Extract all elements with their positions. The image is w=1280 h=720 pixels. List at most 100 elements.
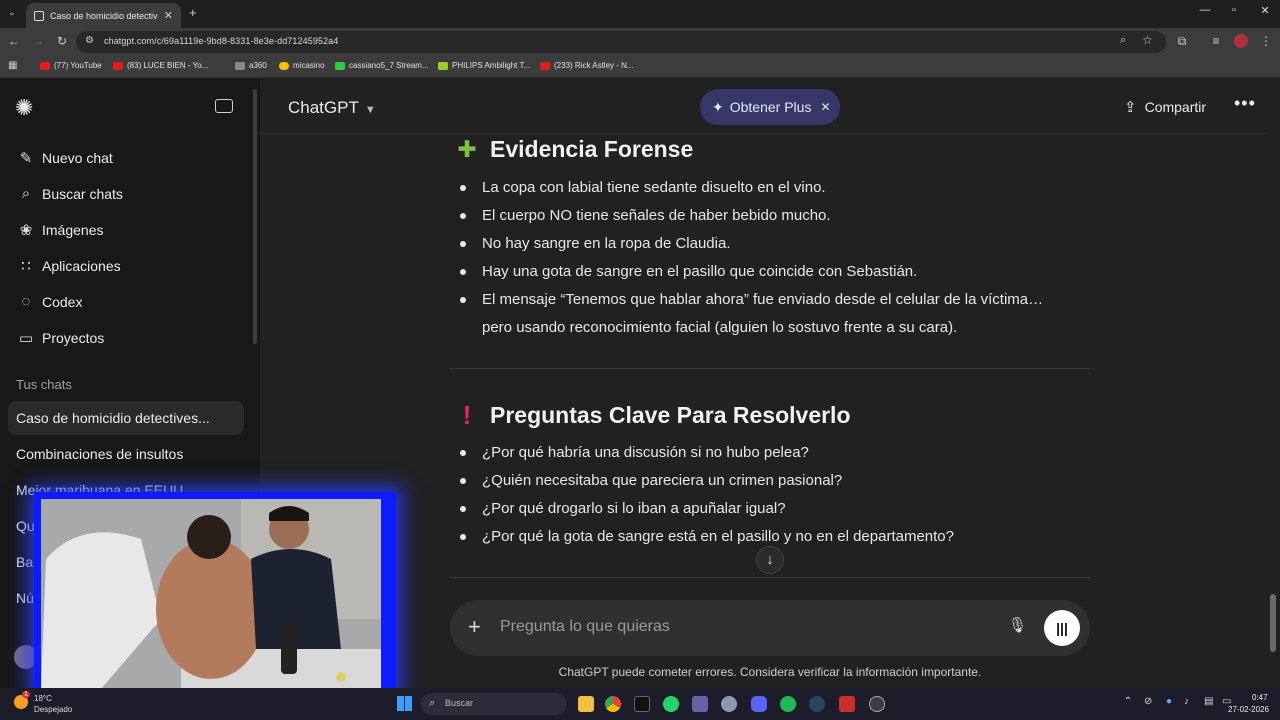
spotify-icon[interactable] <box>780 696 796 712</box>
a360-icon <box>235 61 245 70</box>
tray-network-icon[interactable]: ▤ <box>1204 696 1213 707</box>
sidebar-item-images[interactable]: ❀ Imágenes <box>16 221 104 239</box>
voice-mode-button[interactable]: ||| <box>1044 610 1080 646</box>
microphone-icon[interactable]: 🎙 <box>1008 616 1027 634</box>
images-icon: ❀ <box>19 222 33 239</box>
tray-mic-icon[interactable]: ● <box>1166 696 1172 707</box>
chevron-down-icon: ▼ <box>364 104 376 116</box>
content-scrollbar[interactable] <box>1270 594 1276 652</box>
bullet-dot <box>460 534 466 540</box>
openai-logo-icon[interactable]: ✺ <box>15 95 33 121</box>
puzzle-piece-icon: ✚ <box>457 136 477 162</box>
discord-icon[interactable] <box>751 696 767 712</box>
chat-item[interactable]: Combinaciones de insultos <box>16 446 183 462</box>
teams-icon[interactable] <box>692 696 708 712</box>
content-bottom-divider <box>450 577 1090 578</box>
attach-plus-icon[interactable]: + <box>468 614 481 640</box>
waveform-icon: ||| <box>1056 620 1068 636</box>
youtube-icon <box>540 61 550 70</box>
list-item: La copa con labial tiene sedante disuelt… <box>482 179 826 196</box>
close-tab-icon[interactable]: ✕ <box>164 9 173 22</box>
bookmark-item[interactable]: (77) YouTube <box>40 61 102 70</box>
windows-taskbar: 1 18°C Despejado ⌕ Buscar ⌃ ⊘ ● ♪ ▤ ▭ 0:… <box>0 688 1280 720</box>
weather-desc: Despejado <box>34 705 73 714</box>
clock-time[interactable]: 0:47 <box>1252 693 1268 702</box>
sidebar-item-new-chat[interactable]: ✎ Nuevo chat <box>16 149 113 167</box>
share-button[interactable]: ⇪ Compartir <box>1124 98 1206 116</box>
weather-temp: 18°C <box>34 694 52 703</box>
sidebar-toggle-icon[interactable] <box>215 99 233 113</box>
apps-grid-icon[interactable]: ▦ <box>8 60 17 71</box>
url-text: chatgpt.com/c/69a1119e-9bd8-8331-8e3e-dd… <box>104 36 339 46</box>
prompt-input[interactable] <box>500 612 980 642</box>
capcut-icon[interactable] <box>634 696 650 712</box>
clock-date[interactable]: 27-02-2026 <box>1228 705 1269 714</box>
browser-tab-active[interactable]: Caso de homicidio detectivesco ✕ <box>26 3 181 28</box>
bullet-dot <box>460 185 466 191</box>
taskbar-search[interactable]: ⌕ Buscar <box>421 693 567 715</box>
browser-menu-icon[interactable]: ⋮ <box>1258 34 1274 48</box>
new-tab-icon[interactable]: + <box>189 5 197 20</box>
edit-icon: ✎ <box>19 150 33 167</box>
minimize-icon[interactable]: — <box>1190 4 1220 16</box>
sidebar-item-search[interactable]: ⌕ Buscar chats <box>16 185 123 202</box>
whatsapp-icon[interactable] <box>663 696 679 712</box>
extensions-icon[interactable]: ⧉ <box>1174 34 1190 49</box>
chat-item-active[interactable]: Caso de homicidio detectives... <box>16 410 210 426</box>
bullet-dot <box>460 213 466 219</box>
recording-app-icon[interactable] <box>839 696 855 712</box>
bookmark-item[interactable]: (233) Rick Astley - N... <box>540 61 634 70</box>
close-icon[interactable]: ✕ <box>820 100 830 114</box>
tab-list-chevron-icon[interactable]: ⌄ <box>8 7 16 18</box>
obs-icon[interactable] <box>869 696 885 712</box>
address-bar[interactable]: ⚙ chatgpt.com/c/69a1119e-9bd8-8331-8e3e-… <box>76 31 1166 53</box>
tray-volume-icon[interactable]: ♪ <box>1184 696 1189 707</box>
section-heading-forensic: ✚ Evidencia Forense <box>454 136 693 163</box>
steam-icon[interactable] <box>809 696 825 712</box>
exclamation-icon: ! <box>462 400 472 430</box>
forward-icon[interactable]: → <box>30 34 46 48</box>
windows-start-icon[interactable] <box>397 696 412 711</box>
profile-avatar[interactable] <box>1234 34 1248 48</box>
file-explorer-icon[interactable] <box>578 696 594 712</box>
bullet-dot <box>460 450 466 456</box>
zoom-icon[interactable]: ⌕ <box>1120 34 1126 47</box>
sidebar-item-projects[interactable]: ▭ Proyectos <box>16 329 104 347</box>
scroll-down-button[interactable]: ↓ <box>756 546 784 574</box>
bookmark-item[interactable]: (83) LUCE BIEN - Yo... <box>113 61 208 70</box>
reload-icon[interactable]: ↻ <box>54 34 70 48</box>
youtube-icon <box>40 61 50 70</box>
list-item: El mensaje “Tenemos que hablar ahora” fu… <box>482 291 1044 308</box>
chatgpt-favicon-icon <box>34 10 44 21</box>
bookmark-item[interactable]: a360 <box>235 61 267 70</box>
list-item: El cuerpo NO tiene señales de haber bebi… <box>482 207 831 224</box>
back-icon[interactable]: ← <box>6 34 22 48</box>
maximize-icon[interactable]: ▫ <box>1219 4 1249 16</box>
list-item: Hay una gota de sangre en el pasillo que… <box>482 263 918 280</box>
model-selector[interactable]: ChatGPT ▼ <box>288 98 376 118</box>
sidebar-item-codex[interactable]: ◌ Codex <box>16 293 83 310</box>
tray-app-icon[interactable]: ⊘ <box>1144 696 1152 707</box>
disclaimer-text: ChatGPT puede cometer errores. Considera… <box>558 665 982 679</box>
browser-toolbar: ← → ↻ ⚙ chatgpt.com/c/69a1119e-9bd8-8331… <box>0 28 1280 56</box>
more-options-icon[interactable]: ••• <box>1234 93 1256 114</box>
bookmark-star-icon[interactable]: ☆ <box>1142 33 1153 47</box>
section-divider <box>450 368 1090 369</box>
sidebar-scrollbar[interactable] <box>253 89 257 344</box>
list-item-continuation: pero usando reconocimiento facial (algui… <box>482 319 958 336</box>
tray-chevron-up-icon[interactable]: ⌃ <box>1124 696 1132 707</box>
bookmark-item[interactable]: micasino <box>279 61 325 70</box>
codex-icon: ◌ <box>21 293 31 310</box>
notification-badge: 1 <box>22 691 30 698</box>
bookmarks-bar: ▦ (77) YouTube (83) LUCE BIEN - Yo... a3… <box>0 56 1280 78</box>
bookmark-item[interactable]: cassiano5_7 Stream... <box>335 61 429 70</box>
chrome-icon[interactable] <box>605 696 621 712</box>
sidebar-item-apps[interactable]: ∷ Aplicaciones <box>16 257 120 275</box>
bookmark-item[interactable]: PHILIPS Ambilight T... <box>438 61 530 70</box>
get-plus-button[interactable]: ✦ Obtener Plus ✕ <box>700 89 840 125</box>
close-window-icon[interactable]: ✕ <box>1250 4 1280 17</box>
site-info-icon[interactable]: ⚙ <box>85 35 94 46</box>
media-control-icon[interactable]: ≡ <box>1208 34 1224 48</box>
settings-icon[interactable] <box>721 696 737 712</box>
apps-icon: ∷ <box>21 258 31 275</box>
